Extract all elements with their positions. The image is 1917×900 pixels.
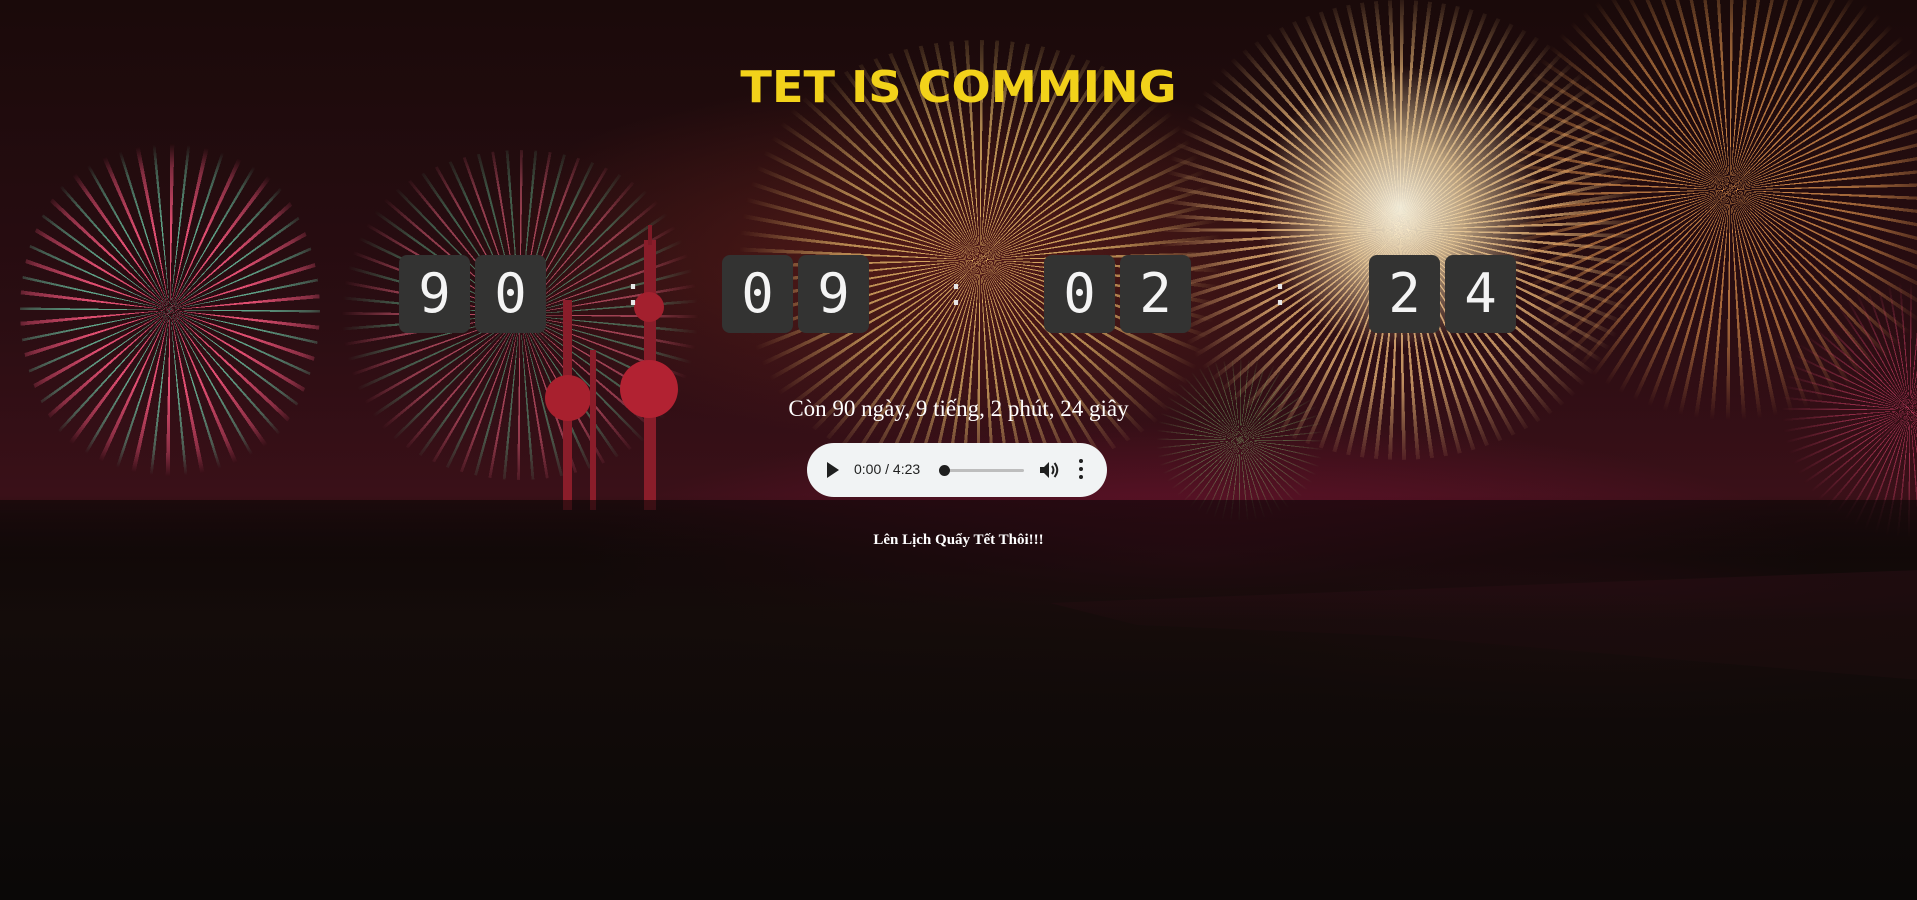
time-display: 0:00 / 4:23 <box>854 461 921 477</box>
schedule-link[interactable]: Lên Lịch Quẩy Tết Thôi!!! <box>0 532 1917 549</box>
days-digit: 9 <box>399 255 470 333</box>
minutes-digit: 2 <box>1120 255 1191 333</box>
seconds-digit: 4 <box>1445 255 1516 333</box>
seek-handle[interactable] <box>939 465 950 476</box>
separator: : <box>1273 269 1287 315</box>
hours-digit: 9 <box>798 255 869 333</box>
separator: : <box>949 269 963 315</box>
days-digit: 0 <box>475 255 546 333</box>
tower <box>590 350 596 510</box>
separator: : <box>626 269 640 315</box>
audio-player[interactable]: 0:00 / 4:23 <box>807 443 1107 497</box>
more-vert-icon[interactable] <box>1078 459 1084 481</box>
tower-spire <box>648 225 652 245</box>
city-lights <box>0 500 1917 900</box>
firework-burst <box>20 130 320 490</box>
hours-digit: 0 <box>722 255 793 333</box>
countdown-summary: Còn 90 ngày, 9 tiếng, 2 phút, 24 giây <box>788 396 1129 421</box>
page-title: TET IS COMMING <box>740 62 1177 113</box>
volume-icon[interactable] <box>1039 460 1061 480</box>
minutes-digit: 0 <box>1044 255 1115 333</box>
play-icon[interactable] <box>827 462 839 478</box>
seek-bar[interactable] <box>942 469 1024 472</box>
seconds-digit: 2 <box>1369 255 1440 333</box>
firework-burst <box>1150 360 1330 520</box>
